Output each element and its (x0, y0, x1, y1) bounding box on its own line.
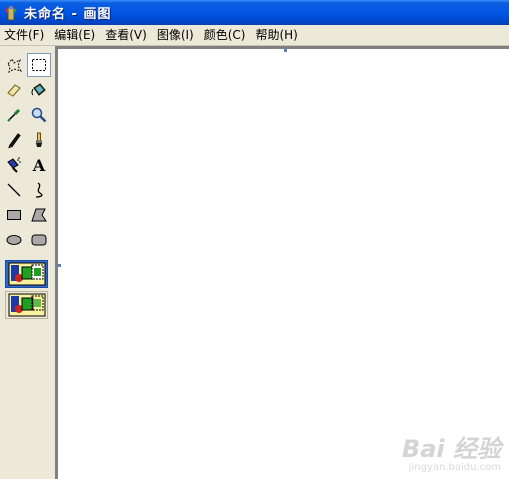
menu-image[interactable]: 图像(I) (152, 26, 199, 44)
tool-rounded-rect[interactable] (27, 228, 51, 252)
menu-colors[interactable]: 颜色(C) (199, 26, 251, 44)
brush-icon (36, 132, 42, 147)
rect-select-icon (32, 59, 46, 71)
tool-ellipse[interactable] (2, 228, 26, 252)
airbrush-icon (7, 157, 21, 173)
window-title: 未命名 - 画图 (24, 7, 112, 22)
canvas-resize-handle-top[interactable] (284, 49, 287, 52)
tool-magnifier[interactable] (27, 103, 51, 127)
opaque-selection-icon (8, 262, 45, 286)
magnifier-icon (31, 107, 47, 123)
tool-text[interactable]: A (27, 153, 51, 177)
drawing-canvas[interactable] (58, 49, 509, 479)
title-bar: 未命名 - 画图 (0, 0, 509, 25)
tool-airbrush[interactable] (2, 153, 26, 177)
fill-bucket-icon (31, 83, 46, 96)
tool-rectangle[interactable] (2, 203, 26, 227)
transparent-selection-icon (8, 293, 45, 317)
tool-fill[interactable] (27, 78, 51, 102)
text-icon: A (32, 155, 46, 175)
menu-help[interactable]: 帮助(H) (250, 26, 302, 44)
transparent-selection-option[interactable] (5, 291, 48, 319)
menu-edit[interactable]: 编辑(E) (49, 26, 100, 44)
menu-file[interactable]: 文件(F) (0, 26, 49, 44)
tool-eraser[interactable] (2, 78, 26, 102)
tool-line[interactable] (2, 178, 26, 202)
line-icon (7, 183, 21, 197)
toolbox: A (0, 46, 54, 479)
tool-color-picker[interactable] (2, 103, 26, 127)
rounded-rect-icon (31, 234, 47, 246)
curve-icon (35, 182, 43, 198)
polygon-icon (31, 208, 47, 222)
tool-polygon[interactable] (27, 203, 51, 227)
ellipse-icon (6, 235, 22, 245)
pencil-icon (8, 133, 21, 149)
tool-curve[interactable] (27, 178, 51, 202)
color-picker-icon (7, 108, 21, 122)
canvas-resize-handle-left[interactable] (58, 264, 61, 267)
tool-brush[interactable] (27, 128, 51, 152)
eraser-icon (7, 84, 21, 97)
opaque-selection-option[interactable] (5, 260, 48, 288)
watermark: Bai 经验 jingyan.baidu.com (402, 437, 501, 473)
tool-free-form-select[interactable] (2, 53, 26, 77)
menu-view[interactable]: 查看(V) (100, 26, 152, 44)
free-form-select-icon (7, 58, 23, 74)
tool-pencil[interactable] (2, 128, 26, 152)
paint-app-icon (5, 5, 17, 20)
tool-rect-select[interactable] (27, 53, 51, 77)
rectangle-icon (7, 210, 21, 220)
watermark-main: Bai 经验 (401, 435, 501, 463)
menu-bar: 文件(F) 编辑(E) 查看(V) 图像(I) 颜色(C) 帮助(H) (0, 25, 509, 46)
watermark-sub: jingyan.baidu.com (408, 462, 501, 473)
